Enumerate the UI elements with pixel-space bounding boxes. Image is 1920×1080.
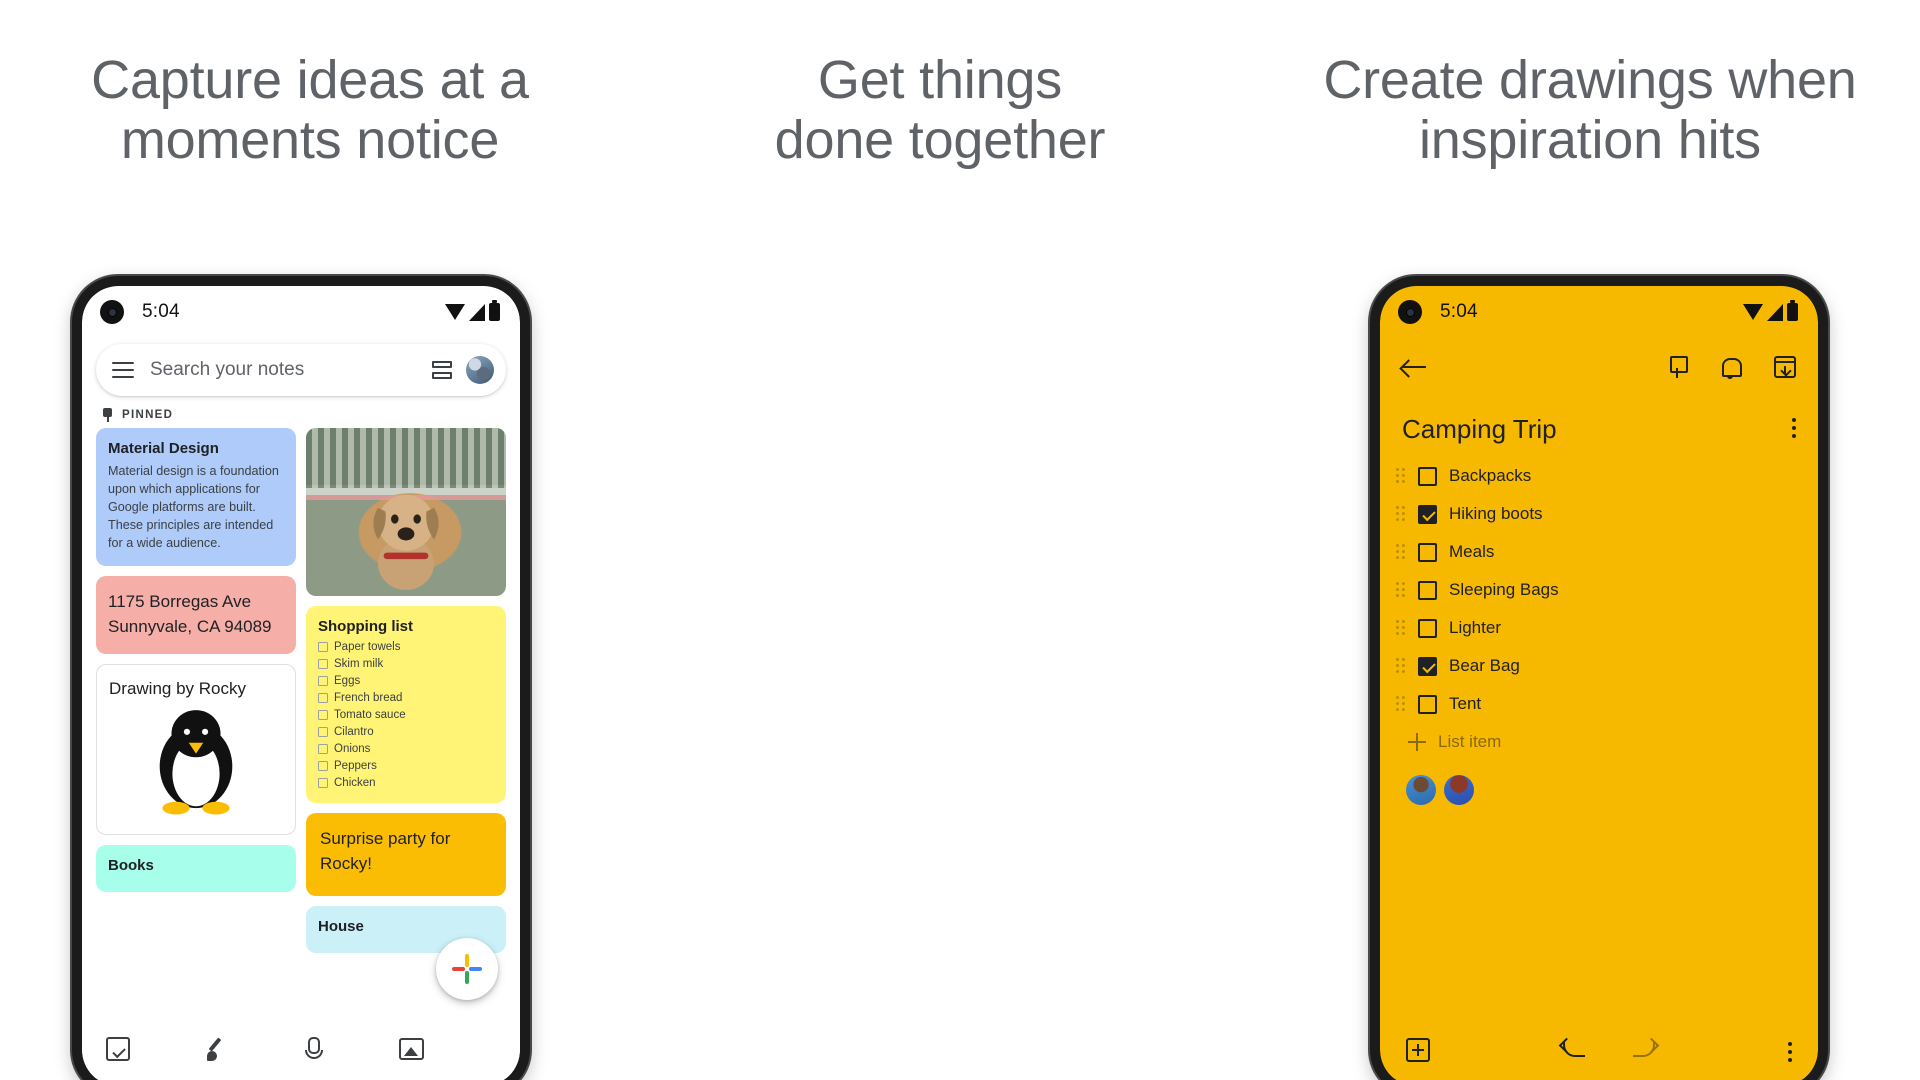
note-body: Material design is a foundation upon whi… (108, 464, 279, 550)
note-body: 1175 Borregas Ave Sunnyvale, CA 94089 (108, 592, 272, 637)
undo-redo-group (1561, 1039, 1657, 1061)
panel-3-headline: Create drawings when inspiration hits (1323, 50, 1857, 171)
phone1-status-bar: 5:04 (82, 286, 520, 338)
list-item-label: Eggs (334, 675, 361, 687)
note-card-address[interactable]: 1175 Borregas Ave Sunnyvale, CA 94089 (96, 576, 296, 654)
list-item-label: Paper towels (334, 641, 401, 653)
list-item-label: French bread (334, 692, 403, 704)
phone-mockup-notes-list: 5:04 Search your notes PINNED Material D… (72, 276, 530, 1080)
checkbox-icon[interactable] (318, 727, 328, 737)
list-item-label: Chicken (334, 777, 376, 789)
list-item[interactable]: Chicken (318, 777, 494, 789)
status-clock: 5:04 (142, 301, 180, 322)
new-drawing-button[interactable] (204, 1036, 302, 1062)
wifi-icon (445, 304, 465, 320)
create-note-fab[interactable] (436, 938, 498, 1000)
note-card-drawing[interactable]: Drawing by Rocky (96, 663, 296, 836)
new-drawing-icon (204, 1036, 230, 1062)
checkbox-icon[interactable] (318, 710, 328, 720)
list-item[interactable]: Skim milk (318, 658, 494, 670)
penguin-drawing-thumbnail (159, 710, 233, 815)
new-voice-note-button[interactable] (301, 1036, 399, 1062)
phone1-screen: 5:04 Search your notes PINNED Material D… (82, 286, 520, 1080)
pin-icon (102, 408, 113, 422)
add-note-plus-icon (452, 954, 482, 984)
pinned-label: PINNED (122, 409, 174, 421)
list-item[interactable]: Paper towels (318, 641, 494, 653)
list-item-label: Onions (334, 743, 371, 755)
list-item[interactable]: Onions (318, 743, 494, 755)
dog-photo-illustration (373, 494, 439, 590)
battery-icon (489, 300, 500, 321)
shopping-list-items: Paper towels Skim milk Eggs French bread… (318, 641, 494, 789)
checkbox-icon[interactable] (318, 778, 328, 788)
note-card-dog-photo[interactable] (306, 428, 506, 596)
list-view-toggle-icon[interactable] (432, 361, 452, 379)
signal-icon (469, 303, 485, 321)
checkbox-icon[interactable] (318, 693, 328, 703)
note-card-material-design[interactable]: Material Design Material design is a fou… (96, 428, 296, 567)
phone2-bottom-toolbar (1380, 1014, 1818, 1080)
note-title: Books (108, 857, 154, 875)
notes-column-right: Shopping list Paper towels Skim milk Egg… (306, 428, 506, 954)
note-title: Drawing by Rocky (109, 678, 246, 698)
account-avatar[interactable] (466, 356, 494, 384)
note-card-books[interactable]: Books (96, 845, 296, 893)
search-bar[interactable]: Search your notes (96, 344, 506, 396)
note-title: House (318, 918, 364, 936)
panel-2-headline: Get things done together (774, 50, 1106, 171)
pinned-section-header: PINNED (82, 396, 520, 428)
note-title: Material Design (108, 440, 219, 457)
checkbox-icon[interactable] (318, 659, 328, 669)
list-item-label: Tomato sauce (334, 709, 406, 721)
checkbox-icon[interactable] (318, 761, 328, 771)
list-item-label: Peppers (334, 760, 377, 772)
camera-hole-icon (100, 300, 124, 324)
list-item[interactable]: Peppers (318, 760, 494, 772)
note-body: Surprise party for Rocky! (320, 829, 451, 873)
list-item[interactable]: Eggs (318, 675, 494, 687)
add-box-icon[interactable] (1406, 1038, 1430, 1062)
list-item-label: Cilantro (334, 726, 374, 738)
feature-panel-collaborate: Get things done together 5:04 Camping Tr… (620, 0, 1828, 1080)
hamburger-menu-icon[interactable] (112, 362, 134, 378)
note-card-surprise-party[interactable]: Surprise party for Rocky! (306, 813, 506, 897)
screenshot-stage: Capture ideas at a moments notice 5:04 S… (0, 0, 1920, 1080)
redo-icon[interactable] (1631, 1039, 1657, 1061)
undo-icon[interactable] (1561, 1039, 1587, 1061)
new-image-note-icon (398, 1038, 424, 1060)
note-title: Shopping list (318, 618, 413, 635)
note-card-shopping-list[interactable]: Shopping list Paper towels Skim milk Egg… (306, 606, 506, 803)
more-options-icon[interactable] (1788, 1042, 1792, 1062)
list-item[interactable]: Cilantro (318, 726, 494, 738)
search-input[interactable]: Search your notes (150, 359, 432, 381)
new-image-note-button[interactable] (398, 1038, 497, 1060)
list-item[interactable]: French bread (318, 692, 494, 704)
panel-1-headline: Capture ideas at a moments notice (91, 50, 529, 171)
list-item-label: Skim milk (334, 658, 384, 670)
checkbox-icon[interactable] (318, 676, 328, 686)
status-indicator-icons (445, 300, 500, 321)
feature-panel-drawing: Create drawings when inspiration hits 5:… (1260, 0, 1920, 1080)
checkbox-icon[interactable] (318, 642, 328, 652)
new-checklist-button[interactable] (106, 1037, 204, 1061)
notes-column-left: Material Design Material design is a fou… (96, 428, 296, 953)
feature-panel-capture: Capture ideas at a moments notice 5:04 S… (0, 0, 620, 1080)
phone1-bottom-toolbar (82, 1012, 520, 1080)
list-item[interactable]: Tomato sauce (318, 709, 494, 721)
new-voice-note-icon (301, 1036, 323, 1062)
new-checklist-icon (106, 1037, 130, 1061)
checkbox-icon[interactable] (318, 744, 328, 754)
